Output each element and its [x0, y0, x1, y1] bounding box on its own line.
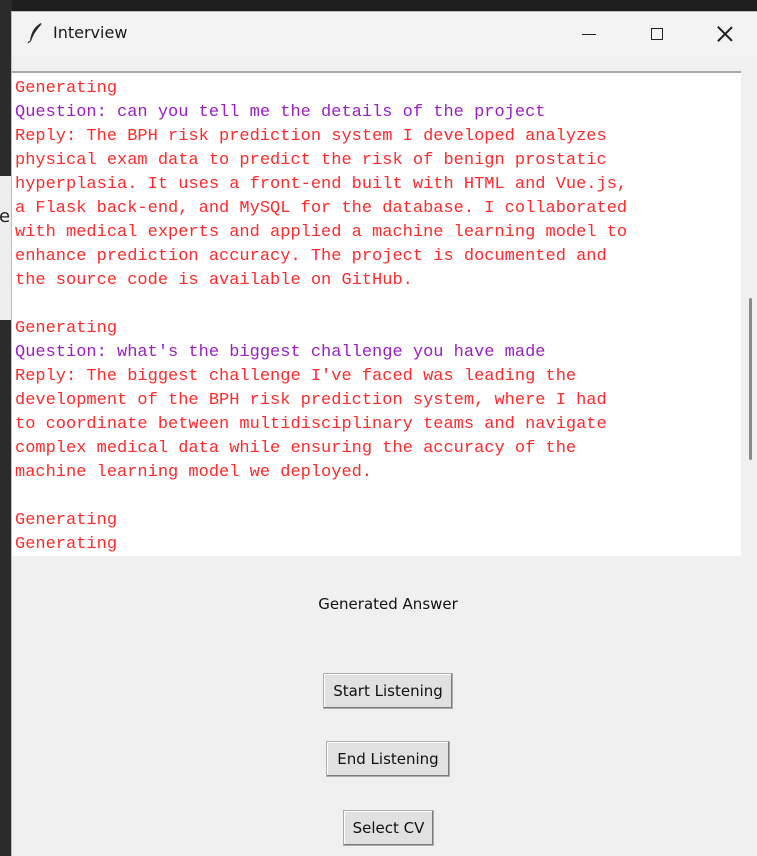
transcript-line: Generating — [15, 319, 118, 338]
transcript-line: enhance prediction accuracy. The project… — [15, 247, 607, 266]
transcript-line: Question: can you tell me the details of… — [15, 103, 546, 122]
window-title: Interview — [53, 23, 128, 42]
background-text-fragment: e — [0, 206, 11, 227]
transcript-line: hyperplasia. It uses a front-end built w… — [15, 175, 628, 194]
minimize-button[interactable] — [555, 12, 623, 56]
transcript-line: Generating — [15, 535, 118, 554]
transcript-line: to coordinate between multidisciplinary … — [15, 415, 607, 434]
vertical-scrollbar[interactable] — [749, 298, 752, 460]
select-cv-button[interactable]: Select CV — [343, 810, 434, 846]
minimize-icon — [582, 33, 596, 35]
transcript-line: Reply: The biggest challenge I've faced … — [15, 367, 577, 386]
feather-icon — [27, 23, 43, 44]
transcript-line: development of the BPH risk prediction s… — [15, 391, 607, 410]
transcript-line: physical exam data to predict the risk o… — [15, 151, 607, 170]
close-icon — [717, 26, 733, 42]
interview-window: Interview Generating Question: can you te… — [11, 11, 757, 856]
generated-answer-label: Generated Answer — [318, 595, 458, 613]
transcript-line: Question: what's the biggest challenge y… — [15, 343, 546, 362]
end-listening-button[interactable]: End Listening — [326, 741, 450, 777]
transcript-line: the source code is available on GitHub. — [15, 271, 413, 290]
transcript-line: Reply: The BPH risk prediction system I … — [15, 127, 607, 146]
transcript-line: Generating — [15, 511, 118, 530]
title-bar[interactable]: Interview — [12, 12, 757, 56]
close-button[interactable] — [691, 12, 757, 56]
transcript-line: complex medical data while ensuring the … — [15, 439, 577, 458]
transcript-line: Generating — [15, 79, 118, 98]
transcript-line: machine learning model we deployed. — [15, 463, 373, 482]
start-listening-button[interactable]: Start Listening — [323, 673, 453, 709]
maximize-icon — [651, 28, 663, 40]
transcript-line — [15, 293, 741, 317]
maximize-button[interactable] — [623, 12, 691, 56]
transcript-line: a Flask back-end, and MySQL for the data… — [15, 199, 628, 218]
transcript-line: with medical experts and applied a machi… — [15, 223, 628, 242]
transcript-text-area[interactable]: Generating Question: can you tell me the … — [12, 71, 741, 556]
transcript-line — [15, 485, 741, 509]
